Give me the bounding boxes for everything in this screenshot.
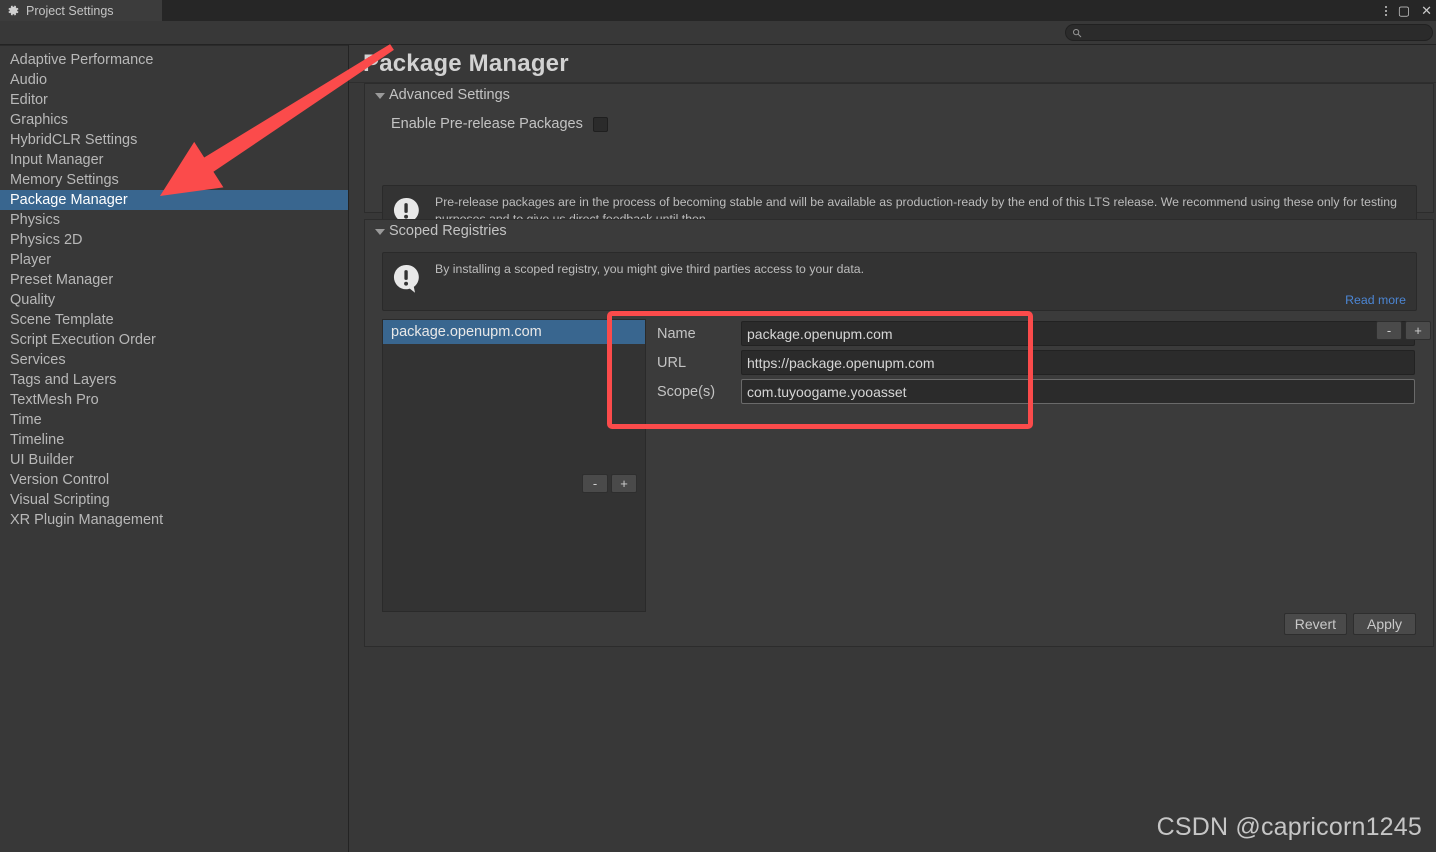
window-controls: ▢ ✕ [1385,0,1432,21]
scoped-registries-label: Scoped Registries [389,223,507,239]
enable-prerelease-checkbox[interactable] [593,117,608,132]
scoped-help-box: By installing a scoped registry, you mig… [382,252,1417,311]
url-input[interactable] [741,350,1415,375]
field-label: URL [647,355,741,371]
remove-registry-button[interactable]: - [582,474,608,493]
sidebar-item-physics-2d[interactable]: Physics 2D [0,230,348,250]
field-row: Scope(s) [647,377,1417,406]
sidebar-item-timeline[interactable]: Timeline [0,430,348,450]
sidebar-item-memory-settings[interactable]: Memory Settings [0,170,348,190]
tab-label: Project Settings [26,4,114,18]
field-row: Name [647,319,1417,348]
info-bubble-icon [393,264,421,294]
scoped-read-more-link[interactable]: Read more [1345,293,1406,307]
search-icon [1072,28,1082,38]
advanced-settings-foldout[interactable]: Advanced Settings [375,87,510,103]
registry-detail-form: Name URL Scope(s) [647,319,1417,612]
sidebar-item-preset-manager[interactable]: Preset Manager [0,270,348,290]
sidebar-item-physics[interactable]: Physics [0,210,348,230]
field-row: URL [647,348,1417,377]
sidebar-item-graphics[interactable]: Graphics [0,110,348,130]
add-registry-button[interactable]: + [611,474,637,493]
registry-list[interactable]: package.openupm.com [382,319,646,612]
sidebar-item-script-execution-order[interactable]: Script Execution Order [0,330,348,350]
add-scope-button[interactable]: + [1405,321,1431,340]
search-input[interactable] [1086,25,1416,40]
sidebar-item-visual-scripting[interactable]: Visual Scripting [0,490,348,510]
chevron-down-icon [375,229,385,235]
project-settings-window: Project Settings ▢ ✕ Adaptive Performanc… [0,0,1436,852]
sidebar-item-audio[interactable]: Audio [0,70,348,90]
sidebar-item-textmesh-pro[interactable]: TextMesh Pro [0,390,348,410]
enable-prerelease-label: Enable Pre-release Packages [391,116,583,132]
scope-list-footer: - + [1376,321,1431,340]
sidebar-item-editor[interactable]: Editor [0,90,348,110]
scoped-registries-foldout[interactable]: Scoped Registries [375,223,507,239]
sidebar-item-quality[interactable]: Quality [0,290,348,310]
tab-project-settings[interactable]: Project Settings [0,0,162,21]
revert-button[interactable]: Revert [1284,613,1347,635]
search-bar-row [0,21,1436,43]
close-icon[interactable]: ✕ [1421,4,1432,17]
sidebar-item-services[interactable]: Services [0,350,348,370]
sidebar-item-ui-builder[interactable]: UI Builder [0,450,348,470]
package-manager-panel: Package Manager Advanced Settings Enable… [349,45,1436,852]
enable-prerelease-row[interactable]: Enable Pre-release Packages [391,116,608,132]
apply-button[interactable]: Apply [1353,613,1416,635]
advanced-settings-group: Advanced Settings Enable Pre-release Pac… [364,83,1434,213]
registry-list-footer: - + [582,474,637,493]
form-action-buttons: Revert Apply [1284,613,1416,635]
field-label: Scope(s) [647,384,741,400]
page-title: Package Manager [363,50,569,78]
maximize-icon[interactable]: ▢ [1398,4,1410,17]
registry-list-item[interactable]: package.openupm.com [383,320,645,344]
sidebar-item-scene-template[interactable]: Scene Template [0,310,348,330]
sidebar-item-player[interactable]: Player [0,250,348,270]
scoped-registries-group: Scoped Registries By installing a scoped… [364,219,1434,647]
advanced-settings-label: Advanced Settings [389,87,510,103]
name-input[interactable] [741,321,1415,346]
gear-icon [7,4,20,17]
window-tab-bar: Project Settings ▢ ✕ [0,0,1436,21]
sidebar-item-package-manager[interactable]: Package Manager [0,190,348,210]
sidebar-item-xr-plugin-management[interactable]: XR Plugin Management [0,510,348,530]
sidebar-item-time[interactable]: Time [0,410,348,430]
remove-scope-button[interactable]: - [1376,321,1402,340]
search-box[interactable] [1065,24,1433,41]
kebab-menu-icon[interactable] [1385,6,1387,16]
chevron-down-icon [375,93,385,99]
csdn-watermark: CSDN @capricorn1245 [1157,813,1422,842]
sidebar-item-tags-and-layers[interactable]: Tags and Layers [0,370,348,390]
scoped-help-text: By installing a scoped registry, you mig… [435,261,1402,278]
scope-s--input[interactable] [741,379,1415,404]
sidebar-item-hybridclr-settings[interactable]: HybridCLR Settings [0,130,348,150]
sidebar-item-input-manager[interactable]: Input Manager [0,150,348,170]
settings-category-sidebar[interactable]: Adaptive PerformanceAudioEditorGraphicsH… [0,45,348,852]
field-label: Name [647,326,741,342]
sidebar-item-adaptive-performance[interactable]: Adaptive Performance [0,50,348,70]
sidebar-item-version-control[interactable]: Version Control [0,470,348,490]
